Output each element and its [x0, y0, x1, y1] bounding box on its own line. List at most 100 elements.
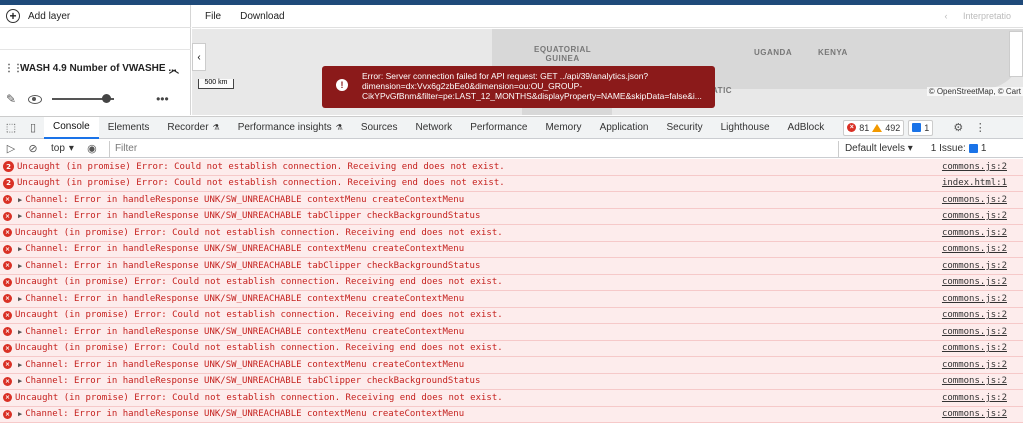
- source-link[interactable]: commons.js:2: [942, 277, 1007, 287]
- tab-recorder[interactable]: Recorder⚗: [158, 117, 228, 139]
- source-link[interactable]: commons.js:2: [942, 228, 1007, 238]
- source-link[interactable]: commons.js:2: [942, 310, 1007, 320]
- console-message-row[interactable]: ×Uncaught (in promise) Error: Could not …: [0, 390, 1023, 407]
- info-counter[interactable]: 1: [908, 120, 933, 136]
- map-attribution: © OpenStreetMap, © Cart: [927, 87, 1023, 96]
- console-message-row[interactable]: ×▶Channel: Error in handleResponse UNK/S…: [0, 407, 1023, 423]
- map-zoom-controls[interactable]: [1009, 31, 1023, 77]
- console-message-row[interactable]: ×Uncaught (in promise) Error: Could not …: [0, 341, 1023, 358]
- message-text: Uncaught (in promise) Error: Could not e…: [15, 310, 503, 320]
- message-icon: [912, 123, 921, 132]
- tab-security[interactable]: Security: [657, 117, 711, 139]
- issues-button[interactable]: 1 Issue: 1: [931, 143, 987, 154]
- source-link[interactable]: commons.js:2: [942, 360, 1007, 370]
- console-message-row[interactable]: ×Uncaught (in promise) Error: Could not …: [0, 308, 1023, 325]
- source-link[interactable]: commons.js:2: [942, 162, 1007, 172]
- menu-download[interactable]: Download: [240, 11, 284, 22]
- source-link[interactable]: commons.js:2: [942, 409, 1007, 419]
- console-message-row[interactable]: ×Uncaught (in promise) Error: Could not …: [0, 275, 1023, 292]
- source-link[interactable]: commons.js:2: [942, 195, 1007, 205]
- console-message-row[interactable]: ×▶Channel: Error in handleResponse UNK/S…: [0, 192, 1023, 209]
- source-link[interactable]: commons.js:2: [942, 376, 1007, 386]
- interpretations-button[interactable]: ‹ Interpretatio: [944, 11, 1017, 21]
- sidebar-toggle-icon[interactable]: ▷: [0, 140, 22, 158]
- tab-label: Performance: [470, 122, 527, 133]
- chevron-up-icon[interactable]: ︿: [169, 61, 179, 76]
- expand-arrow-icon[interactable]: ▶: [18, 196, 22, 204]
- expand-arrow-icon[interactable]: ▶: [18, 262, 22, 270]
- menu-file[interactable]: File: [205, 11, 221, 22]
- live-expression-eye-icon[interactable]: ◉: [81, 140, 103, 158]
- console-message-row[interactable]: ×▶Channel: Error in handleResponse UNK/S…: [0, 374, 1023, 391]
- settings-gear-icon[interactable]: ⚙: [947, 117, 969, 139]
- console-message-row[interactable]: 2Uncaught (in promise) Error: Could not …: [0, 176, 1023, 193]
- issues-count: 1: [981, 143, 987, 154]
- expand-arrow-icon[interactable]: ▶: [18, 295, 22, 303]
- expand-arrow-icon[interactable]: ▶: [18, 410, 22, 418]
- warning-icon: [872, 124, 882, 132]
- tab-performance-insights[interactable]: Performance insights⚗: [229, 117, 352, 139]
- source-link[interactable]: commons.js:2: [942, 244, 1007, 254]
- error-count: 81: [859, 123, 869, 133]
- tab-lighthouse[interactable]: Lighthouse: [712, 117, 779, 139]
- source-link[interactable]: commons.js:2: [942, 294, 1007, 304]
- tab-label: Elements: [108, 122, 150, 133]
- layer-card: ⋮⋮ WASH 4.9 Number of VWASHE ... ︿ ✎ •••: [0, 49, 191, 115]
- device-toolbar-icon[interactable]: ▯: [22, 117, 44, 139]
- dropdown-arrow-icon: ▾: [69, 143, 74, 154]
- opacity-slider[interactable]: [52, 98, 114, 100]
- error-icon: ×: [3, 327, 12, 336]
- expand-arrow-icon[interactable]: ▶: [18, 328, 22, 336]
- filter-input[interactable]: Filter: [109, 141, 839, 157]
- source-link[interactable]: index.html:1: [942, 178, 1007, 188]
- more-options-icon[interactable]: ⋮: [969, 117, 991, 139]
- source-link[interactable]: commons.js:2: [942, 327, 1007, 337]
- source-link[interactable]: commons.js:2: [942, 261, 1007, 271]
- map-label-uganda: UGANDA: [754, 48, 792, 57]
- slider-handle[interactable]: [102, 94, 111, 103]
- add-layer-label: Add layer: [28, 11, 70, 22]
- console-message-row[interactable]: ×▶Channel: Error in handleResponse UNK/S…: [0, 242, 1023, 259]
- expand-arrow-icon[interactable]: ▶: [18, 361, 22, 369]
- more-options-icon[interactable]: •••: [156, 92, 169, 106]
- tab-application[interactable]: Application: [591, 117, 658, 139]
- console-message-row[interactable]: 2Uncaught (in promise) Error: Could not …: [0, 159, 1023, 176]
- inspect-element-icon[interactable]: ⬚: [0, 117, 22, 139]
- layer-header[interactable]: ⋮⋮ WASH 4.9 Number of VWASHE ... ︿: [0, 60, 191, 76]
- expand-arrow-icon[interactable]: ▶: [18, 245, 22, 253]
- tab-sources[interactable]: Sources: [352, 117, 407, 139]
- tab-label: Network: [416, 122, 453, 133]
- console-message-row[interactable]: ×▶Channel: Error in handleResponse UNK/S…: [0, 357, 1023, 374]
- drag-handle-icon[interactable]: ⋮⋮: [4, 63, 12, 74]
- tab-network[interactable]: Network: [407, 117, 462, 139]
- tab-label: Security: [666, 122, 702, 133]
- error-warning-counter[interactable]: × 81 492: [843, 120, 904, 136]
- tab-adblock[interactable]: AdBlock: [779, 117, 834, 139]
- edit-icon[interactable]: ✎: [6, 92, 16, 106]
- expand-arrow-icon[interactable]: ▶: [18, 212, 22, 220]
- visibility-icon[interactable]: [28, 95, 42, 104]
- collapse-panel-button[interactable]: ‹: [192, 43, 206, 71]
- source-link[interactable]: commons.js:2: [942, 343, 1007, 353]
- tab-performance[interactable]: Performance: [461, 117, 536, 139]
- tab-elements[interactable]: Elements: [99, 117, 159, 139]
- console-message-row[interactable]: ×▶Channel: Error in handleResponse UNK/S…: [0, 291, 1023, 308]
- context-selector[interactable]: top ▾: [48, 142, 77, 156]
- expand-arrow-icon[interactable]: ▶: [18, 377, 22, 385]
- console-message-row[interactable]: ×▶Channel: Error in handleResponse UNK/S…: [0, 258, 1023, 275]
- clear-console-icon[interactable]: ⊘: [22, 140, 44, 158]
- map-label-atic: ATIC: [712, 86, 732, 95]
- log-levels-dropdown[interactable]: Default levels ▾: [845, 143, 913, 154]
- source-link[interactable]: commons.js:2: [942, 211, 1007, 221]
- console-message-row[interactable]: ×▶Channel: Error in handleResponse UNK/S…: [0, 209, 1023, 226]
- tab-console[interactable]: Console: [44, 117, 99, 139]
- tab-memory[interactable]: Memory: [536, 117, 590, 139]
- map-app: + Add layer ⋮⋮ WASH 4.9 Number of VWASHE…: [0, 5, 1023, 115]
- console-message-row[interactable]: ×Uncaught (in promise) Error: Could not …: [0, 225, 1023, 242]
- source-link[interactable]: commons.js:2: [942, 393, 1007, 403]
- error-icon: ×: [3, 410, 12, 419]
- issues-label: 1 Issue:: [931, 143, 966, 154]
- add-layer-button[interactable]: + Add layer: [0, 5, 191, 28]
- console-message-row[interactable]: ×▶Channel: Error in handleResponse UNK/S…: [0, 324, 1023, 341]
- experimental-icon: ⚗: [336, 123, 343, 132]
